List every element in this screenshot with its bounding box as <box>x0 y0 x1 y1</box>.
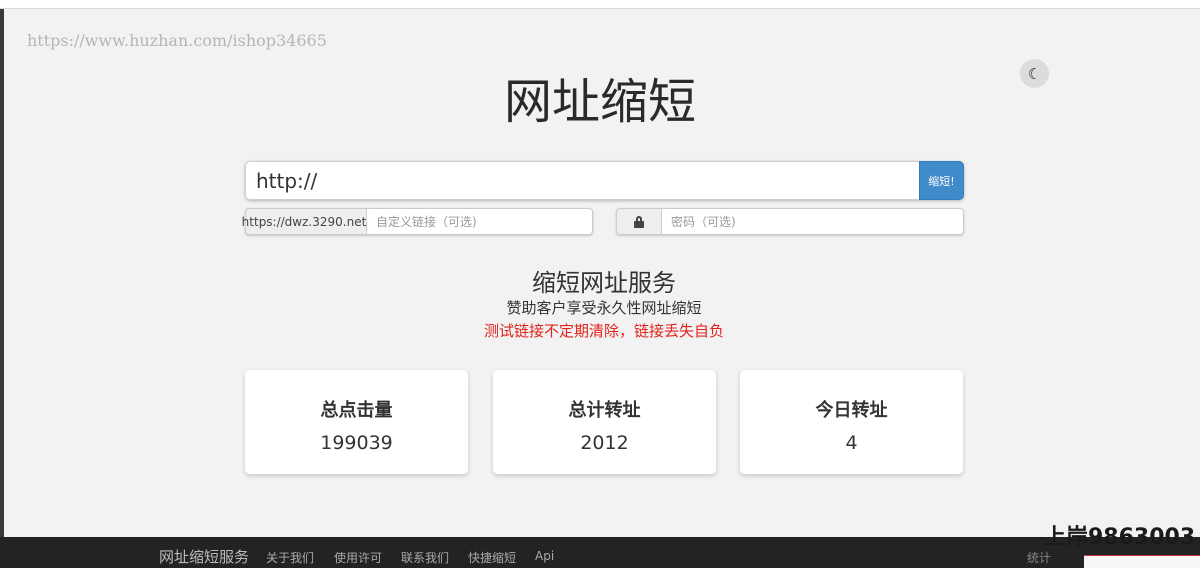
stat-card-today-redirects: 今日转址 4 <box>740 370 963 474</box>
domain-prefix: https://dwz.3290.net/ <box>242 208 370 235</box>
footer-link-quick-shorten[interactable]: 快捷缩短 <box>468 549 516 566</box>
stat-label: 今日转址 <box>815 400 888 421</box>
page-title: 网址缩短 <box>503 74 696 130</box>
watermark-url: https://www.huzhan.com/ishop34665 <box>27 31 327 50</box>
stat-label: 总点击量 <box>320 400 393 421</box>
stat-value: 2012 <box>580 432 629 454</box>
footer-link-about[interactable]: 关于我们 <box>266 549 314 566</box>
browser-bookmark-strip <box>0 0 1200 9</box>
long-url-input[interactable] <box>245 161 919 200</box>
password-group <box>616 208 964 235</box>
shorten-button[interactable]: 缩短! <box>919 161 964 200</box>
stat-card-total-clicks: 总点击量 199039 <box>245 370 468 474</box>
footer-stats: 统计 <box>1027 551 1052 565</box>
lock-addon <box>616 208 661 235</box>
stat-value: 4 <box>845 432 858 454</box>
corner-badge <box>1084 555 1200 568</box>
footer-link-license[interactable]: 使用许可 <box>334 549 382 566</box>
footer: 网址缩短服务 关于我们 使用许可 联系我们 快捷缩短 Api 统计 <box>0 537 1200 568</box>
overlay-text: 上岸9863003 <box>1044 525 1196 550</box>
lock-icon <box>634 215 644 228</box>
footer-link-contact[interactable]: 联系我们 <box>401 549 449 566</box>
custom-link-group: https://dwz.3290.net/ <box>242 208 593 235</box>
stat-card-total-redirects: 总计转址 2012 <box>493 370 716 474</box>
service-warning: 测试链接不定期清除，链接丢失自负 <box>483 322 724 340</box>
custom-link-input[interactable] <box>366 208 593 235</box>
stat-label: 总计转址 <box>568 400 641 421</box>
service-title: 缩短网址服务 <box>532 269 676 297</box>
footer-link-api[interactable]: Api <box>535 549 554 563</box>
stat-value: 199039 <box>320 432 393 454</box>
password-input[interactable] <box>661 208 964 235</box>
url-input-group: 缩短! <box>245 161 964 200</box>
service-subtitle: 赞助客户享受永久性网址缩短 <box>506 299 702 317</box>
footer-brand[interactable]: 网址缩短服务 <box>159 546 249 567</box>
